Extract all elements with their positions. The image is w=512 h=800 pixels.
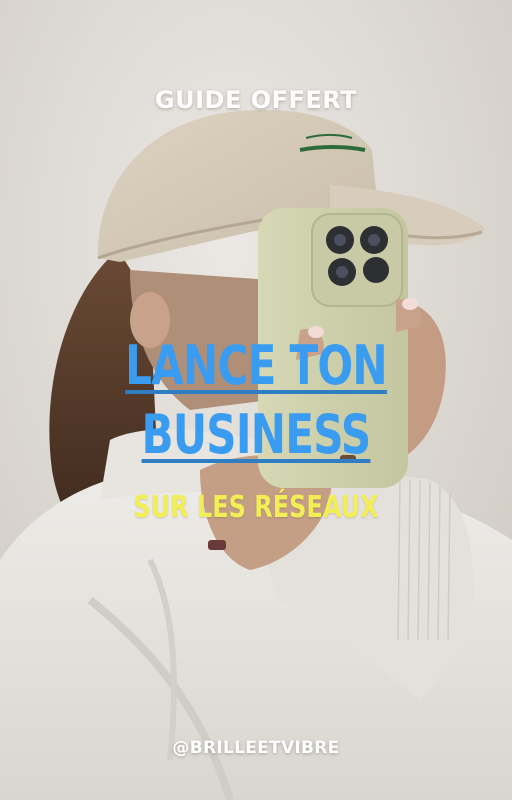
headline-line-2: BUSINESS (56, 405, 455, 465)
headline-line-2-text: BUSINESS (141, 403, 372, 466)
cover: GUIDE OFFERT LANCE TON BUSINESS SUR LES … (0, 0, 512, 800)
social-handle: @BRILLEETVIBRE (172, 738, 340, 758)
subtitle: SUR LES RÉSEAUX (133, 490, 379, 525)
headline-line-1: LANCE TON (56, 336, 455, 396)
headline-line-1-text: LANCE TON (125, 334, 388, 397)
mirror-selfie-photo (0, 0, 512, 800)
guide-kicker: GUIDE OFFERT (154, 86, 358, 114)
